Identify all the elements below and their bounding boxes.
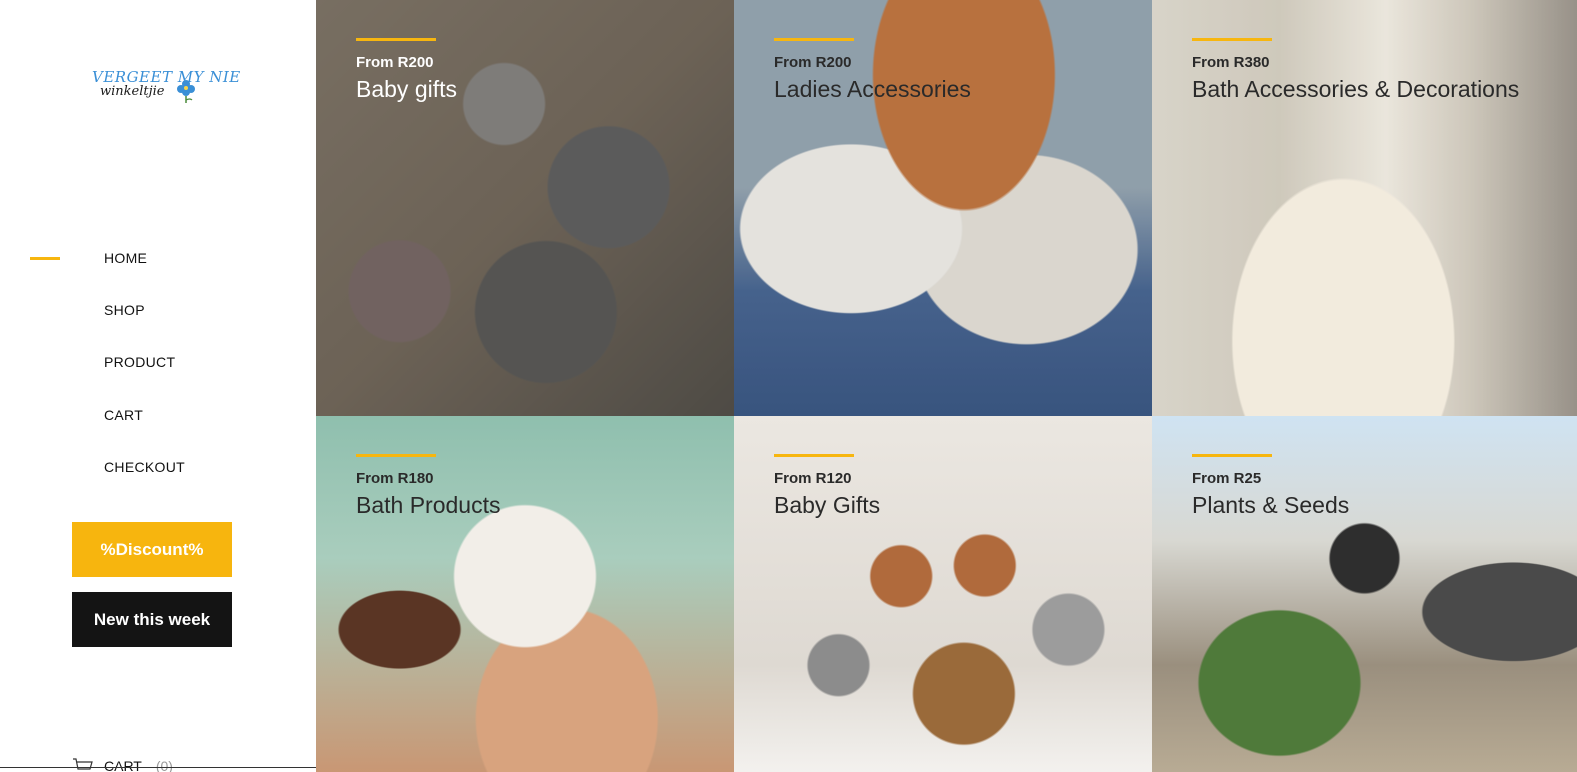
divider (0, 767, 316, 768)
category-price: From R120 (774, 470, 852, 487)
nav-label: CHECKOUT (104, 458, 185, 475)
new-this-week-button[interactable]: New this week (72, 592, 232, 647)
nav-item-shop[interactable]: SHOP (0, 284, 316, 336)
category-title: Ladies Accessories (774, 76, 971, 102)
forget-me-not-flower-icon (177, 80, 195, 103)
accent-bar (1192, 38, 1272, 41)
nav-item-cart[interactable]: CART (0, 389, 316, 441)
sidebar-cart-link[interactable]: CART (0) (72, 756, 173, 772)
category-price: From R200 (774, 54, 852, 71)
category-title: Bath Accessories & Decorations (1192, 76, 1520, 102)
discount-button[interactable]: %Discount% (72, 522, 232, 577)
category-price: From R180 (356, 470, 434, 487)
nav-item-checkout[interactable]: CHECKOUT (0, 441, 316, 493)
accent-bar (774, 454, 854, 457)
nav-item-product[interactable]: PRODUCT (0, 336, 316, 388)
category-title: Plants & Seeds (1192, 492, 1350, 518)
category-tile-bath-accessories[interactable]: From R380 Bath Accessories & Decorations (1152, 0, 1577, 416)
nav-label: PRODUCT (104, 354, 176, 371)
category-tile-plants-seeds[interactable]: From R25 Plants & Seeds (1152, 416, 1577, 772)
logo-text-secondary: winkeltjie (100, 84, 165, 99)
category-price: From R380 (1192, 54, 1270, 71)
category-title: Bath Products (356, 492, 501, 518)
category-title: Baby gifts (356, 76, 457, 102)
sidebar: VERGEET MY NIE winkeltjie HOME SHOP PROD… (0, 0, 316, 772)
accent-bar (356, 454, 436, 457)
nav-label: SHOP (104, 302, 145, 319)
accent-bar (1192, 454, 1272, 457)
accent-bar (356, 38, 436, 41)
nav-label: CART (104, 406, 144, 423)
category-tile-baby-gifts[interactable]: From R200 Baby gifts (316, 0, 734, 416)
nav-label: HOME (104, 250, 148, 267)
category-price: From R200 (356, 54, 434, 71)
category-tile-baby-gifts-2[interactable]: From R120 Baby Gifts (734, 416, 1152, 772)
cart-label: CART (104, 758, 142, 772)
accent-bar (774, 38, 854, 41)
cart-count: (0) (155, 758, 173, 772)
active-indicator (30, 257, 60, 261)
main-navigation: HOME SHOP PRODUCT CART CHECKOUT (0, 232, 316, 493)
category-title: Baby Gifts (774, 492, 881, 518)
category-tile-ladies-accessories[interactable]: From R200 Ladies Accessories (734, 0, 1152, 416)
nav-item-home[interactable]: HOME (0, 232, 316, 284)
cart-icon (73, 758, 93, 770)
site-logo[interactable]: VERGEET MY NIE winkeltjie (88, 62, 240, 118)
category-tile-bath-products[interactable]: From R180 Bath Products (316, 416, 734, 772)
category-price: From R25 (1192, 470, 1262, 487)
